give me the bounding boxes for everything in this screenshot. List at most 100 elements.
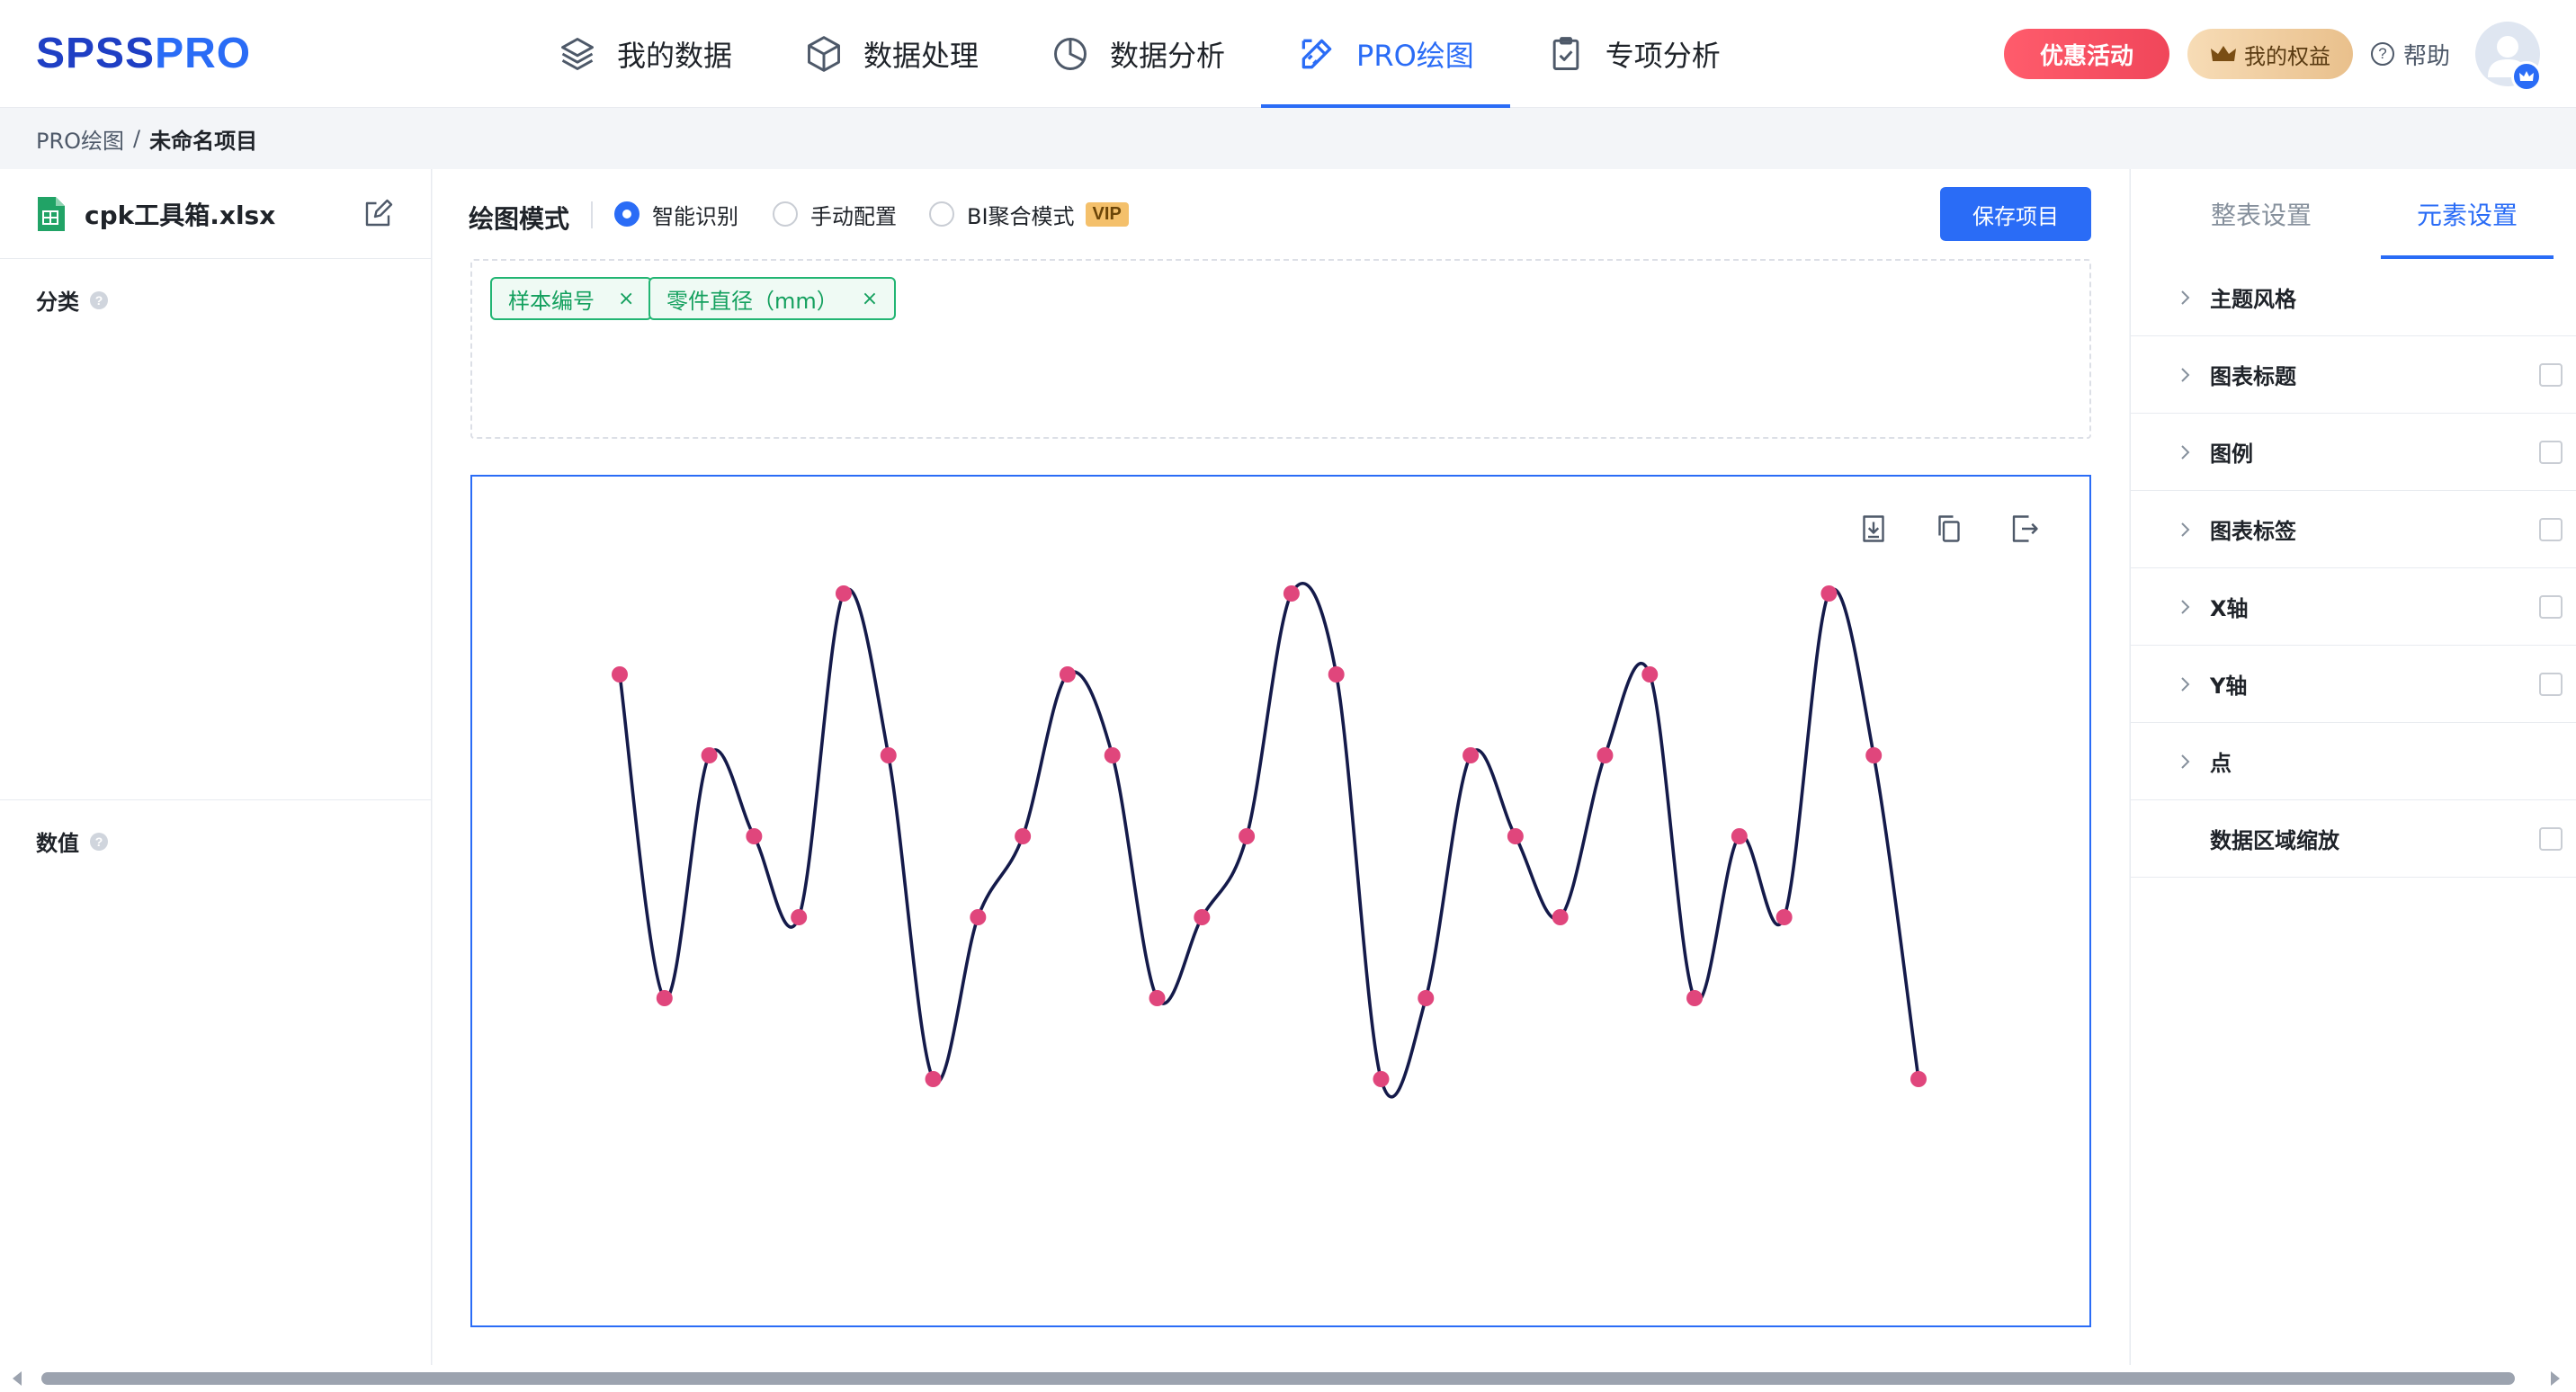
setting-checkbox[interactable] (2539, 672, 2563, 696)
data-point[interactable] (835, 585, 852, 602)
data-point[interactable] (1015, 828, 1032, 844)
horizontal-scrollbar[interactable] (0, 1365, 2576, 1392)
field-tag-sample-id[interactable]: 样本编号 × (490, 277, 653, 320)
data-point[interactable] (1373, 1071, 1390, 1087)
radio-button[interactable] (614, 201, 640, 227)
mode-radio-label: 手动配置 (810, 203, 897, 229)
data-point[interactable] (1194, 909, 1211, 925)
copy-icon[interactable] (1933, 513, 1965, 545)
data-point[interactable] (1641, 666, 1659, 683)
data-point[interactable] (880, 747, 897, 763)
radio-button[interactable] (773, 201, 798, 227)
series-line[interactable] (618, 582, 1920, 1099)
setting-item-label: 图表标题 (2210, 364, 2296, 389)
mode-radio-smart[interactable]: 智能识别 (614, 198, 738, 230)
setting-item-chart-title[interactable]: 图表标题 (2131, 336, 2576, 414)
field-tag-diameter[interactable]: 零件直径（mm） × (648, 277, 897, 320)
data-point[interactable] (612, 666, 628, 683)
download-icon[interactable] (1857, 513, 1890, 545)
setting-item-legend[interactable]: 图例 (2131, 414, 2576, 491)
data-point[interactable] (970, 909, 987, 925)
nav-item-my-data[interactable]: 我的数据 (522, 0, 768, 108)
save-project-button[interactable]: 保存项目 (1940, 187, 2091, 241)
data-point[interactable] (1239, 828, 1256, 844)
setting-checkbox[interactable] (2539, 440, 2563, 464)
data-point[interactable] (1328, 666, 1345, 683)
data-point[interactable] (1552, 909, 1569, 925)
data-point[interactable] (1731, 828, 1748, 844)
pie-chart-icon (1054, 38, 1087, 70)
setting-item-chart-labels[interactable]: 图表标签 (2131, 491, 2576, 568)
nav-item-label: 数据处理 (863, 39, 979, 73)
data-point[interactable] (1865, 747, 1883, 763)
nav-item-special-analysis[interactable]: 专项分析 (1510, 0, 1757, 108)
scroll-right-arrow-icon[interactable] (2551, 1371, 2560, 1386)
nav-item-data-analysis[interactable]: 数据分析 (1015, 0, 1261, 108)
category-drop-area[interactable]: 分类 ? (0, 259, 431, 800)
data-point[interactable] (1507, 828, 1524, 844)
data-point[interactable] (1775, 909, 1793, 925)
setting-checkbox[interactable] (2539, 594, 2563, 619)
help-icon[interactable]: ? (90, 290, 108, 309)
chevron-right-icon (2181, 599, 2190, 614)
chart-canvas[interactable] (470, 475, 2091, 1327)
ruler-pencil-icon (1301, 39, 1332, 69)
help-icon[interactable]: ? (90, 832, 108, 851)
field-drop-zone[interactable]: 样本编号 × 零件直径（mm） × (470, 259, 2091, 439)
setting-item-x-axis[interactable]: X轴 (2131, 568, 2576, 646)
setting-item-label: 数据区域缩放 (2210, 828, 2339, 853)
spreadsheet-icon (38, 196, 65, 231)
help-link[interactable]: ? 帮助 (2371, 29, 2450, 79)
data-point[interactable] (1418, 990, 1435, 1006)
setting-checkbox[interactable] (2539, 826, 2563, 851)
data-point[interactable] (925, 1071, 942, 1087)
data-point[interactable] (1462, 747, 1480, 763)
tab-table-settings[interactable]: 整表设置 (2131, 169, 2392, 259)
data-point[interactable] (1910, 1071, 1927, 1087)
cube-icon (808, 36, 840, 72)
logo[interactable]: SPSSPRO (36, 27, 251, 81)
data-point[interactable] (701, 747, 718, 763)
setting-item-y-axis[interactable]: Y轴 (2131, 646, 2576, 723)
data-point[interactable] (1283, 585, 1300, 602)
settings-panel: 整表设置 元素设置 主题风格 图表标题 图例 图表标签 X轴 Y轴 点 数据区域… (2130, 169, 2576, 1365)
chevron-right-icon (2181, 367, 2190, 382)
export-icon[interactable] (2008, 513, 2041, 545)
close-icon[interactable]: × (862, 288, 878, 310)
line-chart[interactable] (472, 477, 2089, 1325)
nav-item-pro-drawing[interactable]: PRO绘图 (1261, 0, 1510, 108)
setting-checkbox[interactable] (2539, 517, 2563, 541)
data-point[interactable] (746, 828, 763, 844)
setting-item-label: 点 (2210, 751, 2232, 776)
promo-button[interactable]: 优惠活动 (2004, 29, 2169, 79)
setting-item-data-zoom[interactable]: 数据区域缩放 (2131, 800, 2576, 878)
data-point[interactable] (1104, 747, 1121, 763)
data-point[interactable] (1149, 990, 1166, 1006)
setting-checkbox[interactable] (2539, 362, 2563, 387)
edit-icon[interactable] (362, 198, 394, 230)
setting-item-theme[interactable]: 主题风格 (2131, 259, 2576, 336)
data-point[interactable] (791, 909, 808, 925)
scrollbar-thumb[interactable] (41, 1372, 2515, 1385)
data-point[interactable] (656, 990, 673, 1006)
mode-radio-bi[interactable]: BI聚合模式 VIP (929, 198, 1129, 230)
file-name: cpk工具箱.xlsx (85, 200, 276, 230)
chart-workspace: 绘图模式 智能识别 手动配置 BI聚合模式 VIP 保存项目 样本编号 × 零件… (433, 169, 2129, 1365)
setting-item-points[interactable]: 点 (2131, 723, 2576, 800)
scroll-left-arrow-icon[interactable] (13, 1371, 22, 1386)
data-point[interactable] (1686, 990, 1704, 1006)
value-drop-area[interactable]: 数值 ? (0, 800, 431, 1342)
data-point[interactable] (1597, 747, 1614, 763)
radio-button[interactable] (929, 201, 954, 227)
breadcrumb-parent[interactable]: PRO绘图 (36, 123, 124, 155)
breadcrumb-current: 未命名项目 (149, 128, 258, 154)
help-label: 帮助 (2403, 42, 2451, 70)
my-rights-label: 我的权益 (2244, 43, 2330, 69)
close-icon[interactable]: × (618, 288, 634, 310)
data-point[interactable] (1059, 666, 1076, 683)
nav-item-data-processing[interactable]: 数据处理 (768, 0, 1015, 108)
data-point[interactable] (1820, 585, 1838, 602)
mode-radio-manual[interactable]: 手动配置 (773, 198, 897, 230)
tab-element-settings[interactable]: 元素设置 (2381, 169, 2554, 259)
my-rights-button[interactable]: 我的权益 (2187, 29, 2353, 79)
